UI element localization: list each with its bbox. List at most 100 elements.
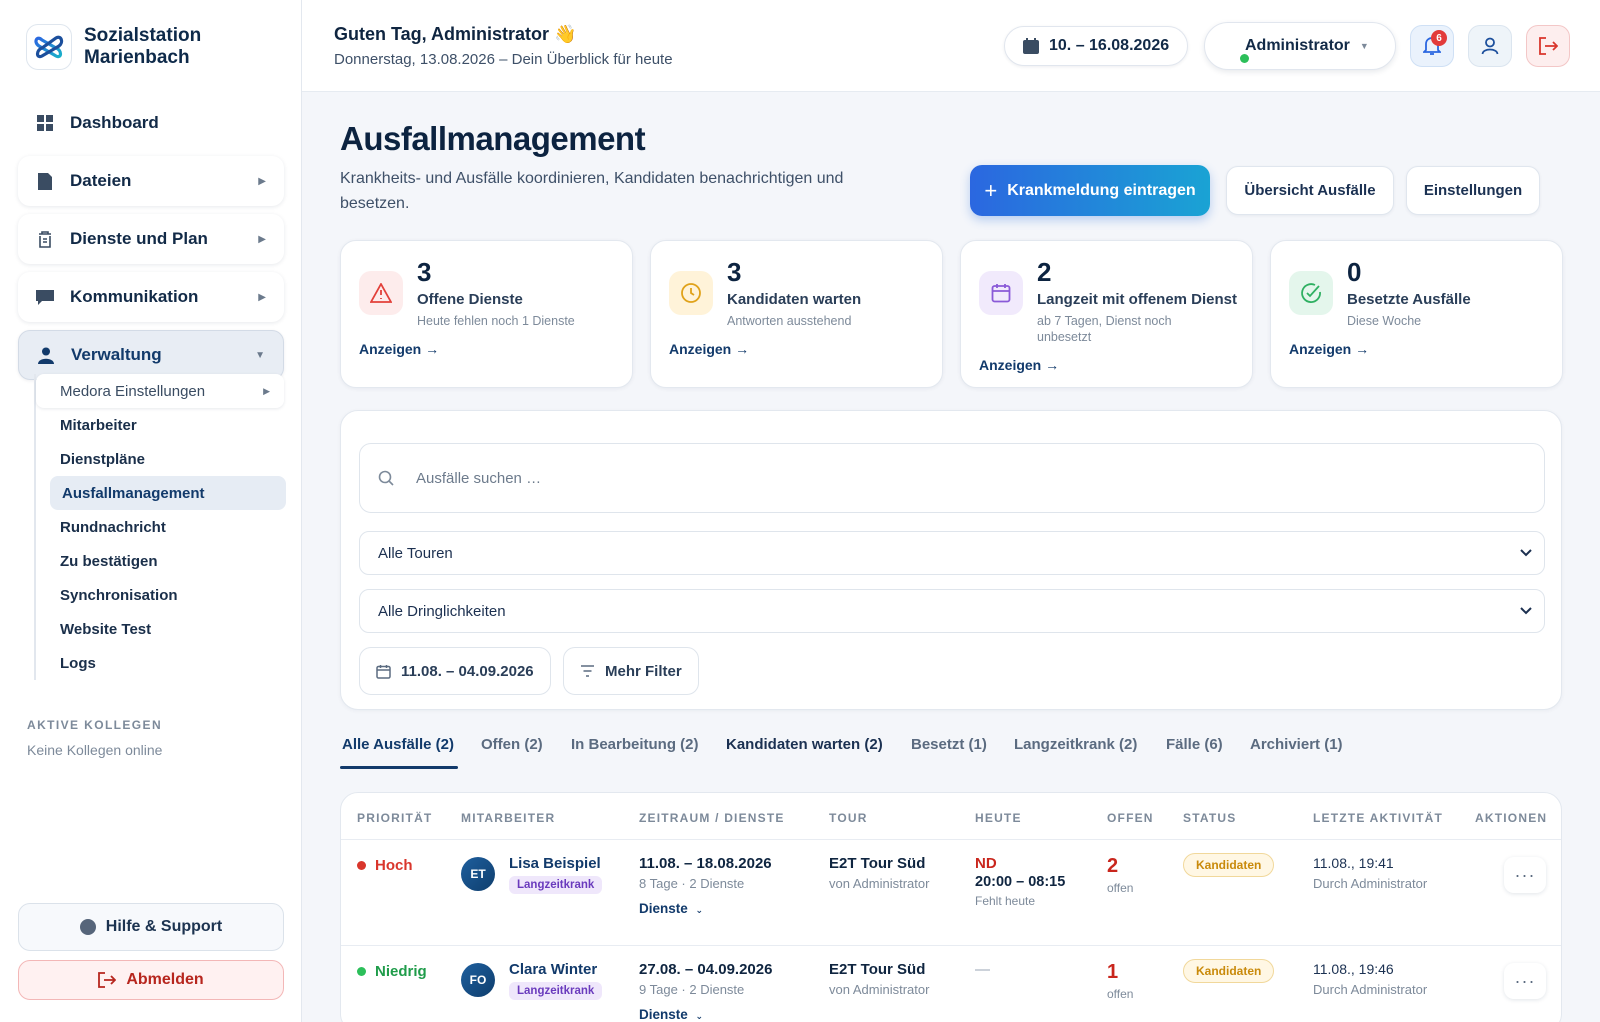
greeting-text: Guten Tag, Administrator [334,24,550,44]
date-range-filter[interactable]: 11.08. – 04.09.2026 [359,647,551,695]
status-badge: Kandidaten [1183,959,1275,983]
last-activity-time: 11.08., 19:41 [1313,855,1394,871]
last-activity-by: Durch Administrator [1313,982,1428,997]
nav-item-label: Dashboard [70,113,159,132]
help-icon [79,919,96,935]
chevron-down-icon [1520,607,1532,615]
subnav-item-website-test[interactable]: Website Test [36,612,284,646]
nav-item-dienste-plan[interactable]: Dienste und Plan ▶ [18,214,284,264]
tab-kandidaten-warten[interactable]: Kandidaten warten (2) [726,736,883,753]
tour-owner: von Administrator [829,982,930,997]
nav-item-dateien[interactable]: Dateien ▶ [18,156,284,206]
tab-archiviert[interactable]: Archiviert (1) [1250,736,1343,753]
row-actions-button[interactable]: ··· [1504,963,1546,999]
week-range-button[interactable]: 10. – 16.08.2026 [1004,26,1189,66]
stat-value: 3 [727,257,742,287]
stat-card-open-shifts: 3 Offene Dienste Heute fehlen noch 1 Die… [340,240,633,388]
row-divider [341,945,1561,946]
stat-label: Kandidaten warten [727,291,862,308]
column-header: STATUS [1183,811,1237,825]
tour-name: E2T Tour Süd [829,961,926,978]
column-header: OFFEN [1107,811,1154,825]
nav-item-verwaltung[interactable]: Verwaltung ▼ [18,330,284,380]
stat-subtext: Heute fehlen noch 1 Dienste [417,314,575,328]
week-range-label: 10. – 16.08.2026 [1049,37,1170,54]
employee-name[interactable]: Clara Winter [509,961,597,978]
open-count: 1 [1107,961,1119,983]
nav-item-kommunikation[interactable]: Kommunikation ▶ [18,272,284,322]
brand[interactable]: Sozialstation Marienbach [26,24,244,70]
urgency-select[interactable]: Alle Dringlichkeiten [359,589,1545,633]
avatar: ET [461,857,495,891]
subnav-item-ausfallmanagement[interactable]: Ausfallmanagement [50,476,286,510]
logout-button[interactable]: Abmelden [18,960,284,1000]
help-support-button[interactable]: Hilfe & Support [18,903,284,951]
row-divider [341,839,1561,840]
notifications-button[interactable]: 6 [1410,25,1454,67]
subnav-item-synchronisation[interactable]: Synchronisation [36,578,284,612]
profile-button[interactable] [1468,25,1512,67]
brand-logo-icon [26,24,72,70]
subnav-item-logs[interactable]: Logs [36,646,284,680]
tab-offen[interactable]: Offen (2) [481,736,543,753]
warning-icon [359,271,403,315]
subnav-item-mitarbeiter[interactable]: Mitarbeiter [36,408,284,442]
tours-select[interactable]: Alle Touren [359,531,1545,575]
tab-in-bearbeitung[interactable]: In Bearbeitung (2) [571,736,699,753]
open-count: 2 [1107,855,1119,877]
stat-subtext: Antworten ausstehend [727,314,852,328]
tab-faelle[interactable]: Fälle (6) [1166,736,1223,753]
shifts-dropdown[interactable]: Dienste ⌄ [639,1007,703,1022]
subnav-item-zu-bestaetigen[interactable]: Zu bestätigen [36,544,284,578]
stat-show-link[interactable]: Anzeigen → [359,341,439,357]
open-label: offen [1107,987,1134,1001]
chevron-down-icon: ▼ [1359,41,1369,51]
row-actions-button[interactable]: ··· [1504,857,1546,893]
logout-icon [98,972,117,988]
priority-dot-icon [357,861,366,870]
urgency-select-value: Alle Dringlichkeiten [378,602,506,620]
chevron-right-icon: ▶ [258,233,266,245]
more-dots-icon: ··· [1514,864,1536,885]
add-sick-note-label: Krankmeldung eintragen [1007,181,1196,199]
subnav-item-rundnachricht[interactable]: Rundnachricht [36,510,284,544]
tab-alle[interactable]: Alle Ausfälle (2) [342,736,454,753]
subnav-item-medora-einstellungen[interactable]: Medora Einstellungen ▶ [36,374,284,408]
avatar: FO [461,963,495,997]
user-menu[interactable]: Administrator ▼ [1204,22,1396,70]
search-input[interactable]: Ausfälle suchen … [359,443,1545,513]
tour-owner: von Administrator [829,876,930,891]
nav-item-label: Verwaltung [71,345,162,364]
exit-button[interactable] [1526,25,1570,67]
add-sick-note-button[interactable]: + Krankmeldung eintragen [970,165,1210,216]
employee-name[interactable]: Lisa Beispiel [509,855,601,872]
calendar-icon [979,271,1023,315]
shifts-dropdown[interactable]: Dienste ⌄ [639,901,703,916]
filter-panel: Ausfälle suchen … Alle Touren Alle Dring… [340,410,1562,710]
stat-label: Besetzte Ausfälle [1347,291,1471,308]
stat-show-link[interactable]: Anzeigen → [669,341,749,357]
more-filters-button[interactable]: Mehr Filter [563,647,699,695]
main-nav: Dashboard Dateien ▶ Dienste und Plan ▶ K… [18,98,284,388]
tours-select-value: Alle Touren [378,544,453,562]
nav-item-dashboard[interactable]: Dashboard [18,98,284,148]
table-row[interactable]: Hoch ET Lisa Beispiel Langzeitkrank 11.0… [341,839,1561,947]
nav-item-label: Kommunikation [70,287,199,306]
user-name: Administrator [1245,37,1350,54]
today-shift-note: Fehlt heute [975,894,1036,908]
column-header: TOUR [829,811,868,825]
today-shift-code: ND [975,855,997,872]
tab-besetzt[interactable]: Besetzt (1) [911,736,987,753]
settings-button[interactable]: Einstellungen [1406,166,1540,215]
tab-langzeitkrank[interactable]: Langzeitkrank (2) [1014,736,1137,753]
column-header: LETZTE AKTIVITÄT [1313,811,1444,825]
table-row[interactable]: Niedrig FO Clara Winter Langzeitkrank 27… [341,945,1561,1022]
employee-tag: Langzeitkrank [509,876,603,894]
stat-card-candidates-waiting: 3 Kandidaten warten Antworten ausstehend… [650,240,943,388]
subnav-item-dienstplaene[interactable]: Dienstpläne [36,442,284,476]
plus-icon: + [984,177,998,203]
stat-show-link[interactable]: Anzeigen → [979,357,1059,373]
stat-show-link[interactable]: Anzeigen → [1289,341,1369,357]
stat-card-filled-absences: 0 Besetzte Ausfälle Diese Woche Anzeigen… [1270,240,1563,388]
overview-absences-button[interactable]: Übersicht Ausfälle [1226,166,1394,215]
